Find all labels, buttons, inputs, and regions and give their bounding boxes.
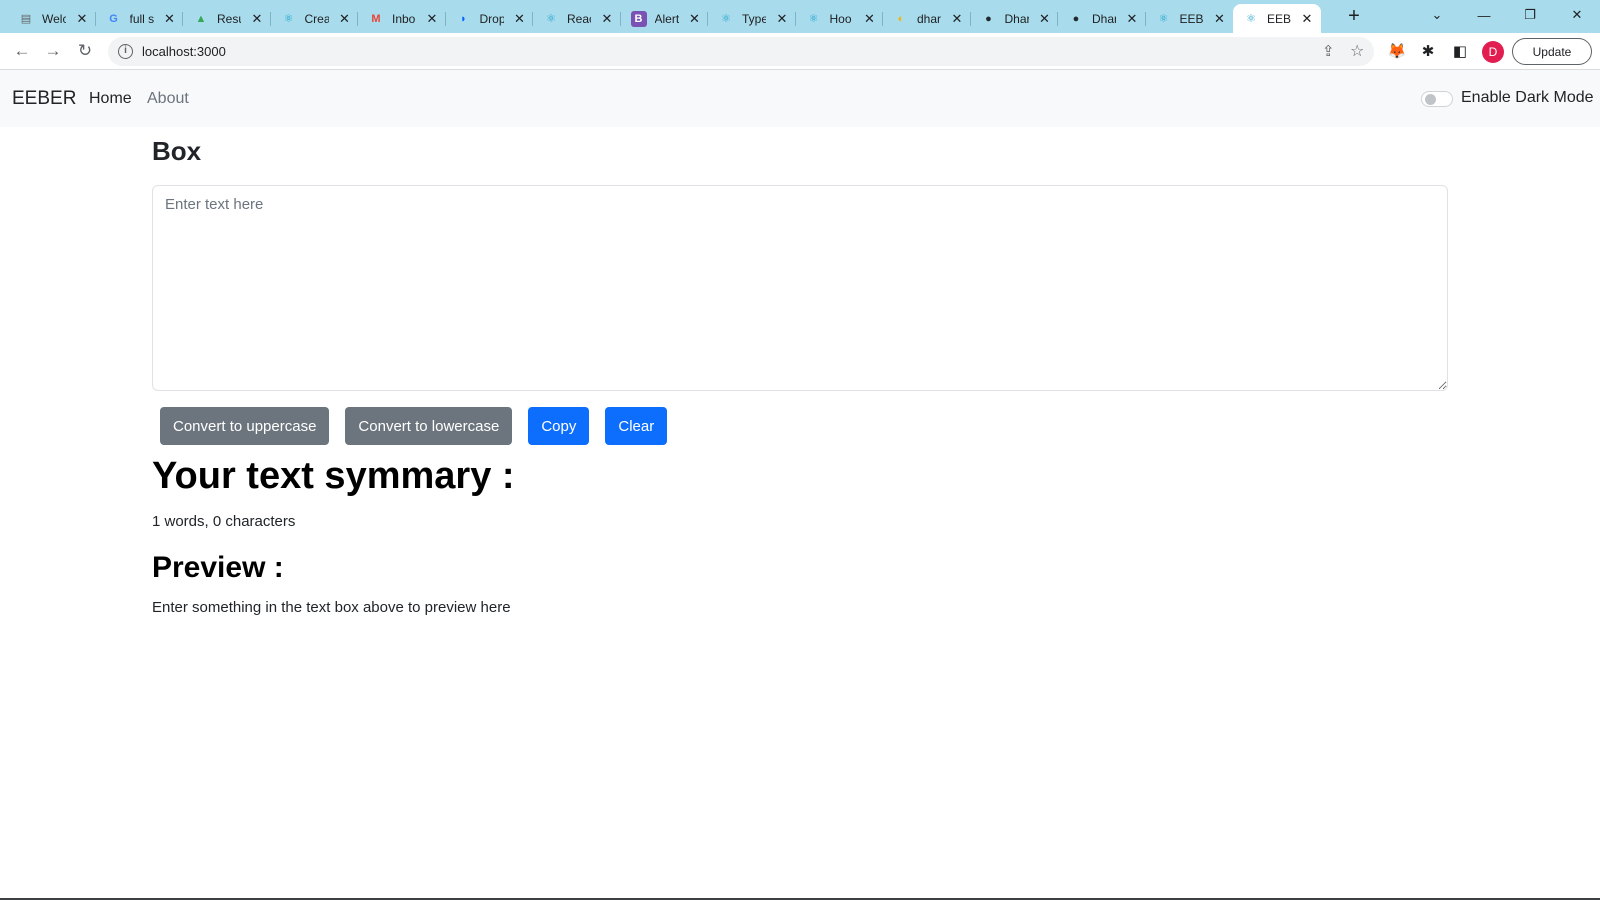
browser-tab[interactable]: B Alert ✕ [621, 4, 708, 33]
tab-label: full s [129, 11, 154, 26]
browser-tab[interactable]: ◐ dhar ✕ [883, 4, 971, 33]
toggle-knob [1425, 94, 1436, 105]
summary-stats: 1 words, 0 characters [152, 513, 296, 530]
browser-tab[interactable]: ● Dhar ✕ [971, 4, 1058, 33]
close-tab-icon[interactable]: ✕ [1299, 11, 1314, 27]
tab-label: Resu [217, 11, 241, 26]
bootstrap-icon: B [630, 10, 647, 27]
close-tab-icon[interactable]: ✕ [1124, 11, 1139, 27]
close-tab-icon[interactable]: ✕ [162, 11, 177, 27]
reload-icon[interactable]: ↻ [72, 38, 98, 64]
dark-mode-toggle[interactable] [1421, 91, 1453, 107]
browser-toolbar: ← → ↻ i localhost:3000 ⇪ ☆ 🦊 ✱ ◧ D Updat… [0, 33, 1600, 70]
site-info-icon[interactable]: i [118, 44, 133, 59]
browser-tab[interactable]: ◗ Drop ✕ [446, 4, 533, 33]
close-tab-icon[interactable]: ✕ [249, 11, 264, 27]
page-icon: ▤ [20, 13, 32, 25]
share-icon[interactable]: ⇪ [1322, 42, 1335, 60]
copy-button[interactable]: Copy [528, 407, 590, 445]
nav-link-about[interactable]: About [147, 90, 189, 108]
summary-heading: Your text symmary : [152, 455, 515, 497]
restore-button[interactable]: ❐ [1507, 0, 1553, 30]
tab-label: Drop [479, 11, 504, 26]
tab-label: Dhar [1092, 11, 1117, 26]
browser-tab[interactable]: M Inbo ✕ [358, 4, 446, 33]
browser-tab[interactable]: ⚛ Reac ✕ [533, 4, 621, 33]
close-tab-icon[interactable]: ✕ [74, 11, 89, 27]
dropbox-icon: ◗ [460, 12, 467, 25]
dark-mode-label[interactable]: Enable Dark Mode [1461, 89, 1594, 107]
clear-button[interactable]: Clear [605, 407, 668, 445]
nav-link-home[interactable]: Home [89, 90, 132, 108]
react-icon: ⚛ [808, 13, 819, 25]
text-input-area[interactable] [152, 185, 1448, 391]
browser-tab-strip: ▤ Welc ✕ Gfull s ✕ ▲ Resu ✕ ⚛ Crea ✕ M Inbo ✕ ◗ Drop ✕ ⚛ R… [0, 0, 1600, 33]
browser-tab[interactable]: ⚛ Hoo ✕ [796, 4, 883, 33]
action-buttons: Convert to uppercase Convert to lowercas… [160, 407, 683, 445]
google-icon: G [109, 12, 118, 25]
tab-label: Inbo [392, 11, 416, 26]
close-tab-icon[interactable]: ✕ [687, 11, 702, 27]
netlify-icon: ◐ [897, 12, 905, 25]
preview-text: Enter something in the text box above to… [152, 599, 511, 616]
address-bar[interactable]: i localhost:3000 ⇪ ☆ [108, 37, 1374, 66]
app-navbar: EEBER Home About Enable Dark Mode [0, 70, 1600, 127]
profile-avatar[interactable]: D [1482, 41, 1504, 63]
react-icon: ⚛ [1158, 13, 1169, 25]
tab-label: EEBE [1267, 11, 1292, 26]
tab-label: Welc [42, 11, 67, 26]
minimize-button[interactable]: — [1461, 0, 1507, 30]
tab-label: Dhar [1004, 11, 1029, 26]
extensions-puzzle-icon[interactable]: ✱ [1418, 41, 1438, 61]
github-icon: ● [985, 12, 992, 25]
browser-tab[interactable]: ● Dhar ✕ [1058, 4, 1146, 33]
bookmark-star-icon[interactable]: ☆ [1350, 41, 1364, 61]
uppercase-button[interactable]: Convert to uppercase [160, 407, 330, 445]
close-tab-icon[interactable]: ✕ [862, 11, 877, 27]
gmail-icon: M [371, 12, 381, 25]
close-tab-icon[interactable]: ✕ [949, 11, 964, 27]
brand-logo[interactable]: EEBER [12, 88, 76, 110]
browser-tab[interactable]: ▤ Welc ✕ [8, 4, 96, 33]
close-tab-icon[interactable]: ✕ [424, 11, 439, 27]
tab-label: Alert [654, 11, 679, 26]
lowercase-button[interactable]: Convert to lowercase [345, 407, 513, 445]
react-icon: ⚛ [1246, 13, 1256, 25]
side-panel-icon[interactable]: ◧ [1450, 41, 1470, 61]
github-icon: ● [1072, 12, 1080, 25]
tab-label: Hoo [829, 11, 852, 26]
browser-tab[interactable]: Gfull s ✕ [96, 4, 183, 33]
page-title: Box [152, 136, 202, 166]
new-tab-button[interactable]: + [1343, 6, 1365, 28]
react-icon: ⚛ [721, 13, 731, 25]
browser-tab[interactable]: ⚛ Crea ✕ [271, 4, 358, 33]
back-icon[interactable]: ← [9, 38, 35, 64]
close-tab-icon[interactable]: ✕ [337, 11, 352, 27]
update-button[interactable]: Update [1512, 38, 1592, 65]
close-tab-icon[interactable]: ✕ [1037, 11, 1052, 27]
close-tab-icon[interactable]: ✕ [774, 11, 789, 27]
tab-label: dhar [917, 11, 942, 26]
browser-tab[interactable]: ⚛ EEBE ✕ [1146, 4, 1234, 33]
tab-label: Crea [304, 11, 329, 26]
drive-icon: ▲ [195, 12, 207, 25]
forward-icon[interactable]: → [40, 38, 66, 64]
tab-label: Reac [567, 11, 591, 26]
browser-tab[interactable]: ⚛ Type ✕ [708, 4, 796, 33]
tab-search-button[interactable]: ⌄ [1414, 0, 1460, 30]
preview-heading: Preview : [152, 551, 284, 584]
url-text[interactable]: localhost:3000 [142, 44, 226, 59]
tab-label: EEBE [1179, 11, 1204, 26]
metamask-extension-icon[interactable]: 🦊 [1387, 41, 1407, 61]
react-icon: ⚛ [283, 13, 294, 25]
browser-tab[interactable]: ▲ Resu ✕ [183, 4, 271, 33]
browser-tab[interactable]: ⚛ EEBE ✕ [1233, 4, 1321, 33]
close-window-button[interactable]: ✕ [1554, 0, 1600, 30]
close-tab-icon[interactable]: ✕ [512, 11, 527, 27]
tab-label: Type [742, 11, 767, 26]
close-tab-icon[interactable]: ✕ [599, 11, 614, 27]
react-icon: ⚛ [546, 13, 556, 25]
close-tab-icon[interactable]: ✕ [1212, 11, 1227, 27]
